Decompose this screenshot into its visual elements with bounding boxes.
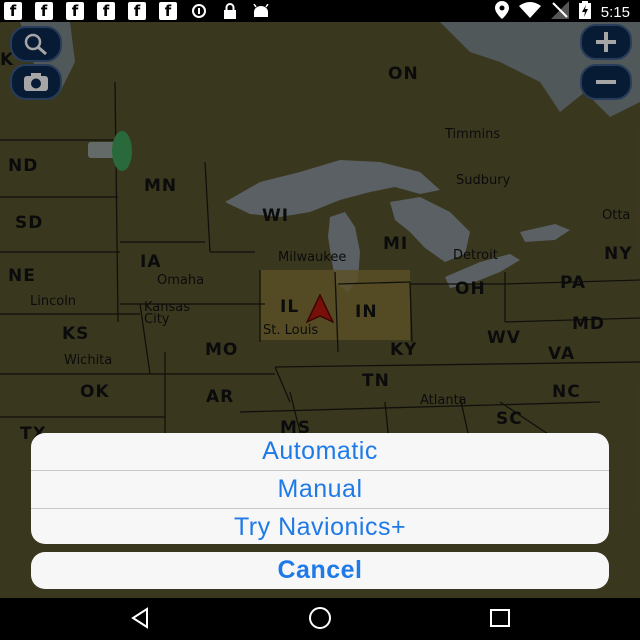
wifi-icon [518,2,541,23]
clock: 5:15 [600,4,630,21]
battery-charging-icon [578,1,591,24]
back-icon[interactable] [126,606,154,630]
automatic-option[interactable]: Automatic [31,433,609,471]
facebook-icon: f [128,2,146,20]
navigation-bar [0,598,640,640]
recents-icon[interactable] [486,606,514,630]
facebook-icon: f [97,2,115,20]
android-debug-icon [252,2,270,20]
facebook-icon: f [4,2,22,20]
facebook-icon: f [66,2,84,20]
manual-option[interactable]: Manual [31,471,609,509]
data-saver-icon [190,2,208,20]
system-icons: 5:15 [494,1,630,24]
home-icon[interactable] [306,606,334,630]
cancel-button[interactable]: Cancel [31,552,609,589]
no-signal-icon [550,1,569,24]
notification-icons: f f f f f f [4,2,270,20]
try-navionics-plus-option[interactable]: Try Navionics+ [31,509,609,544]
action-sheet: Automatic Manual Try Navionics+ [31,433,609,544]
facebook-icon: f [159,2,177,20]
status-bar: f f f f f f 5:15 [0,0,640,22]
lock-icon [221,2,239,20]
facebook-icon: f [35,2,53,20]
location-icon [494,1,509,24]
